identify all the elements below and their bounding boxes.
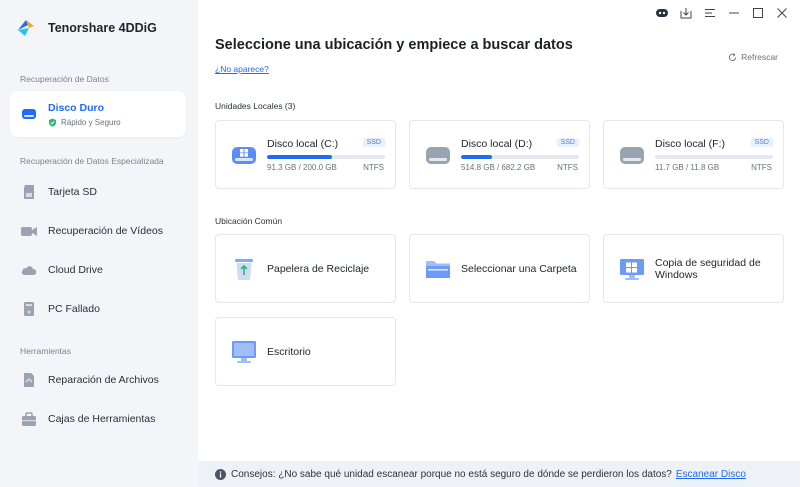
refresh-button[interactable]: Refrescar <box>728 52 778 62</box>
file-repair-icon <box>24 373 34 387</box>
location-recycle-bin[interactable]: Papelera de Reciclaje <box>215 234 396 303</box>
hard-drive-icon <box>22 109 36 119</box>
minimize-button[interactable] <box>722 4 746 22</box>
common-locations-label: Ubicación Común <box>215 216 283 226</box>
ssd-badge: SSD <box>556 138 579 147</box>
drive-card-c[interactable]: Disco local (C:) SSD 91.3 GB / 200.0 GB … <box>215 120 396 189</box>
refresh-label: Refrescar <box>741 52 778 62</box>
download-icon <box>680 8 692 19</box>
ssd-badge: SSD <box>362 138 385 147</box>
window-controls <box>650 4 794 22</box>
folder-icon <box>426 260 450 278</box>
close-icon <box>777 8 787 18</box>
toolbox-icon <box>22 412 36 426</box>
menu-icon <box>705 9 715 17</box>
usage-bar-fill <box>267 155 332 159</box>
drive-size: 514.8 GB / 682.2 GB <box>461 163 536 172</box>
location-windows-backup[interactable]: Copia de seguridad de Windows <box>603 234 784 303</box>
info-icon <box>215 468 226 480</box>
scan-disk-link[interactable]: Escanear Disco <box>676 469 746 480</box>
location-label: Papelera de Reciclaje <box>267 262 370 275</box>
menu-button[interactable] <box>698 4 722 22</box>
sd-card-icon <box>24 185 34 199</box>
sidebar-item-label: Tarjeta SD <box>48 186 98 198</box>
assistant-button[interactable] <box>650 4 674 22</box>
maximize-button[interactable] <box>746 4 770 22</box>
sidebar-item-toolbox[interactable]: Cajas de Herramientas <box>10 399 186 439</box>
ssd-badge: SSD <box>750 138 773 147</box>
sidebar-item-video-recovery[interactable]: Recuperación de Vídeos <box>10 211 186 251</box>
usage-bar <box>655 155 773 159</box>
hard-drive-icon <box>232 147 256 164</box>
drive-filesystem: NTFS <box>751 163 772 172</box>
shield-check-icon <box>49 118 56 127</box>
sidebar-item-cloud-drive[interactable]: Cloud Drive <box>10 250 186 290</box>
sidebar-item-label: Recuperación de Vídeos <box>48 225 163 237</box>
refresh-icon <box>729 52 737 61</box>
sidebar-item-label: Cloud Drive <box>48 264 103 276</box>
sidebar-item-sd-card[interactable]: Tarjeta SD <box>10 172 186 212</box>
location-select-folder[interactable]: Seleccionar una Carpeta <box>409 234 590 303</box>
location-label: Escritorio <box>267 345 311 358</box>
drive-size: 91.3 GB / 200.0 GB <box>267 163 337 172</box>
drive-filesystem: NTFS <box>363 163 384 172</box>
sidebar-item-label: Reparación de Archivos <box>48 374 159 386</box>
cloud-icon <box>21 266 37 275</box>
app-name: Tenorshare 4DDiG <box>48 21 157 35</box>
sidebar-item-subtitle: Rápido y Seguro <box>61 117 121 127</box>
download-button[interactable] <box>674 4 698 22</box>
location-desktop[interactable]: Escritorio <box>215 317 396 386</box>
close-button[interactable] <box>770 4 794 22</box>
usage-bar-fill <box>461 155 492 159</box>
maximize-icon <box>753 8 763 18</box>
hard-drive-icon <box>620 147 644 164</box>
sidebar-item-hard-drive[interactable]: Disco Duro Rápido y Seguro <box>10 91 186 137</box>
crashed-pc-icon <box>24 302 34 316</box>
recycle-bin-icon <box>235 258 253 280</box>
sidebar-item-label: Disco Duro <box>48 101 105 114</box>
location-label: Seleccionar una Carpeta <box>461 262 577 275</box>
drive-card-f[interactable]: Disco local (F:) SSD 11.7 GB / 11.8 GB N… <box>603 120 784 189</box>
page-title: Seleccione una ubicación y empiece a bus… <box>215 37 573 53</box>
usage-bar <box>461 155 579 159</box>
tips-text: Consejos: ¿No sabe qué unidad escanear p… <box>231 468 672 480</box>
video-camera-icon <box>21 227 37 236</box>
tips-footer: Consejos: ¿No sabe qué unidad escanear p… <box>198 461 800 487</box>
sidebar-item-file-repair[interactable]: Reparación de Archivos <box>10 360 186 400</box>
desktop-icon <box>232 340 256 363</box>
main-panel: Seleccione una ubicación y empiece a bus… <box>198 0 800 487</box>
robot-icon <box>656 9 668 17</box>
sidebar-item-crashed-pc[interactable]: PC Fallado <box>10 289 186 329</box>
sidebar-item-label: Cajas de Herramientas <box>48 413 156 425</box>
minimize-icon <box>729 12 739 14</box>
drive-name: Disco local (D:) <box>461 138 533 150</box>
section-title-tools: Herramientas <box>20 346 72 356</box>
windows-backup-icon <box>620 258 644 280</box>
drive-name: Disco local (C:) <box>267 138 339 150</box>
drive-card-d[interactable]: Disco local (D:) SSD 514.8 GB / 682.2 GB… <box>409 120 590 189</box>
not-listed-link[interactable]: ¿No aparece? <box>215 64 269 74</box>
section-title-data-recovery: Recuperación de Datos <box>20 74 109 84</box>
drive-name: Disco local (F:) <box>655 138 726 150</box>
section-title-specialized: Recuperación de Datos Especializada <box>20 156 164 166</box>
location-label: Copia de seguridad de Windows <box>655 256 761 281</box>
sidebar-item-label: PC Fallado <box>48 303 100 315</box>
brand: Tenorshare 4DDiG <box>14 16 157 40</box>
sidebar: Tenorshare 4DDiG Recuperación de Datos D… <box>0 0 198 487</box>
drive-filesystem: NTFS <box>557 163 578 172</box>
local-drives-label: Unidades Locales (3) <box>215 101 296 111</box>
hard-drive-icon <box>426 147 450 164</box>
drive-size: 11.7 GB / 11.8 GB <box>655 163 720 172</box>
app-logo-icon <box>18 20 34 36</box>
usage-bar <box>267 155 385 159</box>
